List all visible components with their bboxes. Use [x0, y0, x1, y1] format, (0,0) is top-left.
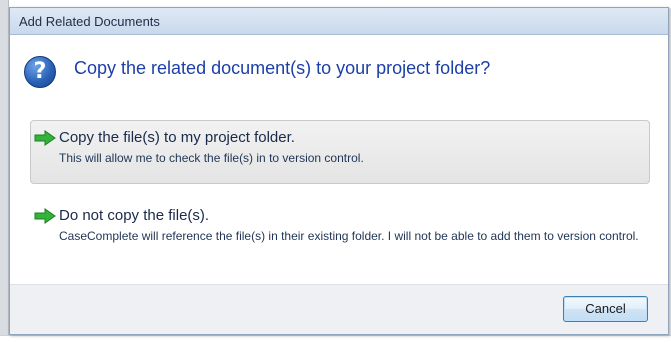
background-window-bottom-edge [0, 335, 671, 347]
cancel-button[interactable]: Cancel [563, 296, 648, 322]
background-window-left-edge [0, 0, 9, 347]
dialog-title: Add Related Documents [19, 14, 160, 29]
dialog-question: Copy the related document(s) to your pro… [74, 58, 491, 78]
copy-files-title: Copy the file(s) to my project folder. [59, 129, 295, 146]
dialog-header: ? Copy the related document(s) to your p… [10, 36, 668, 96]
do-not-copy-title: Do not copy the file(s). [59, 207, 210, 224]
copy-files-option[interactable]: Copy the file(s) to my project folder. T… [30, 120, 650, 184]
do-not-copy-option[interactable]: Do not copy the file(s). CaseComplete wi… [30, 198, 650, 268]
add-related-documents-dialog: Add Related Documents ? Copy the related… [9, 7, 669, 335]
green-arrow-icon [34, 208, 56, 224]
question-icon: ? [24, 56, 56, 88]
copy-files-description: This will allow me to check the file(s) … [59, 151, 364, 165]
dialog-footer: Cancel [10, 284, 668, 334]
green-arrow-icon [34, 130, 56, 146]
dialog-title-bar[interactable]: Add Related Documents [10, 8, 668, 35]
do-not-copy-description: CaseComplete will reference the file(s) … [59, 229, 639, 243]
